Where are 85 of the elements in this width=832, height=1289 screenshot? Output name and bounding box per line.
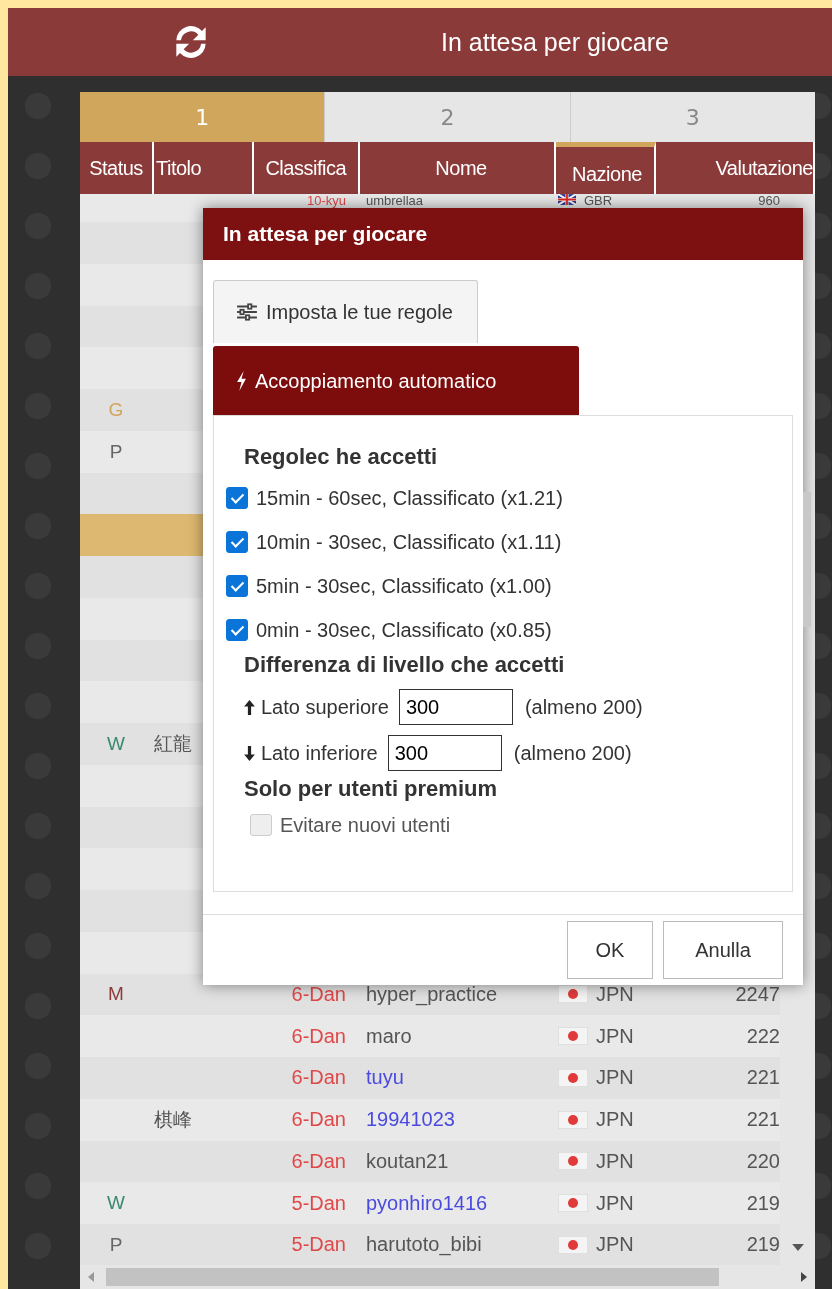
player-name[interactable]: maro — [366, 1024, 412, 1048]
option-label: 15min - 60sec, Classificato (x1.21) — [256, 486, 563, 510]
status-letter: W — [107, 1192, 125, 1215]
rating-text: 220 — [746, 1149, 780, 1173]
table-row[interactable]: 棋峰 6-Dan 19941023 JPN 221 — [80, 1098, 780, 1141]
checkbox[interactable] — [226, 487, 248, 509]
dialog-tab[interactable]: Imposta le tue regole — [213, 280, 478, 343]
option-label: 0min - 30sec, Classificato (x0.85) — [256, 618, 552, 642]
country-code: JPN — [596, 1233, 634, 1257]
country-code: JPN — [596, 1024, 634, 1048]
field-label: Lato inferiore — [261, 741, 378, 765]
japan-flag-icon — [558, 1235, 588, 1254]
sliders-icon — [236, 303, 258, 321]
rank-text: 6-Dan — [291, 982, 346, 1006]
section-heading: Solo per utenti premium — [244, 776, 499, 802]
rating-text: 221 — [746, 1066, 780, 1090]
japan-flag-icon — [558, 1068, 588, 1087]
checkbox[interactable] — [226, 619, 248, 641]
lightning-bolt-icon — [236, 371, 247, 391]
dialog-scrollbar[interactable] — [803, 492, 811, 627]
japan-flag-icon — [558, 1110, 588, 1129]
rating-text: 960 — [758, 194, 780, 208]
rank-text: 6-Dan — [291, 1149, 346, 1173]
status-letter: G — [108, 398, 124, 421]
table-row[interactable]: 6-Dan maro JPN 222 — [80, 1015, 780, 1057]
rating-text: 221 — [746, 1108, 780, 1132]
dialog-tab[interactable]: Accoppiamento automatico — [213, 346, 579, 415]
scroll-down-arrow-icon[interactable] — [791, 1244, 804, 1251]
country-code: JPN — [596, 1066, 634, 1090]
title-text: 棋峰 — [154, 1106, 192, 1132]
page-title: In attesa per giocare — [441, 27, 669, 57]
title-text: 紅龍 — [154, 730, 192, 756]
down-arrow-icon — [244, 745, 255, 761]
player-name[interactable]: tuyu — [366, 1066, 404, 1090]
table-row[interactable]: W 5-Dan pyonhiro1416 JPN 219 — [80, 1182, 780, 1224]
rank-text: 5-Dan — [291, 1233, 346, 1257]
scroll-right-arrow-icon[interactable] — [801, 1272, 807, 1282]
rating-text: 219 — [746, 1233, 780, 1257]
table-row[interactable]: P 5-Dan harutoto_bibi JPN 219 — [80, 1224, 780, 1265]
country-code: JPN — [596, 1149, 634, 1173]
player-name[interactable]: pyonhiro1416 — [366, 1191, 488, 1215]
player-name[interactable]: koutan21 — [366, 1149, 449, 1173]
japan-flag-icon — [558, 1027, 588, 1046]
section-heading: Regolec he accetti — [244, 444, 439, 470]
option-label: 10min - 30sec, Classificato (x1.11) — [256, 530, 562, 554]
japan-flag-icon — [558, 1194, 588, 1213]
table-row[interactable]: 6-Dan tuyu JPN 221 — [80, 1057, 780, 1099]
rank-text: 6-Dan — [291, 1108, 346, 1132]
japan-flag-icon — [558, 1152, 588, 1171]
dialog-title: In attesa per giocare — [203, 208, 803, 260]
ok-button[interactable]: OK — [567, 921, 653, 979]
country-code: GBR — [584, 194, 613, 208]
hint-text: (almeno 200) — [524, 695, 643, 719]
section-heading: Differenza di livello che accetti — [244, 652, 566, 678]
up-arrow-icon — [244, 699, 255, 715]
rating-text: 219 — [746, 1191, 780, 1215]
cancel-button[interactable]: Anulla — [663, 921, 783, 979]
status-letter: M — [108, 983, 124, 1006]
country-code: JPN — [596, 1191, 634, 1215]
player-name[interactable]: 19941023 — [366, 1108, 455, 1132]
player-name[interactable]: umbrellaa — [366, 194, 424, 208]
rating-text: 222 — [746, 1024, 780, 1048]
checkbox[interactable] — [226, 531, 248, 553]
country-code: JPN — [596, 982, 634, 1006]
status-letter: W — [107, 732, 125, 755]
player-name[interactable]: hyper_practice — [366, 982, 498, 1006]
uk-flag-icon — [558, 194, 576, 205]
rank-text: 6-Dan — [291, 1024, 346, 1048]
rating-text: 2247 — [735, 982, 780, 1006]
option-label: 5min - 30sec, Classificato (x1.00) — [256, 574, 552, 598]
hint-text: (almeno 200) — [513, 741, 632, 765]
status-letter: P — [109, 440, 123, 463]
horizontal-scrollbar[interactable] — [80, 1265, 815, 1289]
option-label: Evitare nuovi utenti — [280, 813, 451, 837]
field-label: Lato superiore — [261, 695, 389, 719]
player-name[interactable]: harutoto_bibi — [366, 1233, 482, 1257]
rank-text: 10-kyu — [306, 194, 346, 208]
status-letter: P — [109, 1233, 123, 1256]
table-row[interactable]: 6-Dan koutan21 JPN 220 — [80, 1140, 780, 1183]
country-code: JPN — [596, 1108, 634, 1132]
checkbox[interactable] — [226, 575, 248, 597]
number-field[interactable]: 300 — [398, 689, 513, 725]
rank-text: 5-Dan — [291, 1191, 346, 1215]
rank-text: 6-Dan — [291, 1066, 346, 1090]
number-field[interactable]: 300 — [387, 735, 502, 771]
